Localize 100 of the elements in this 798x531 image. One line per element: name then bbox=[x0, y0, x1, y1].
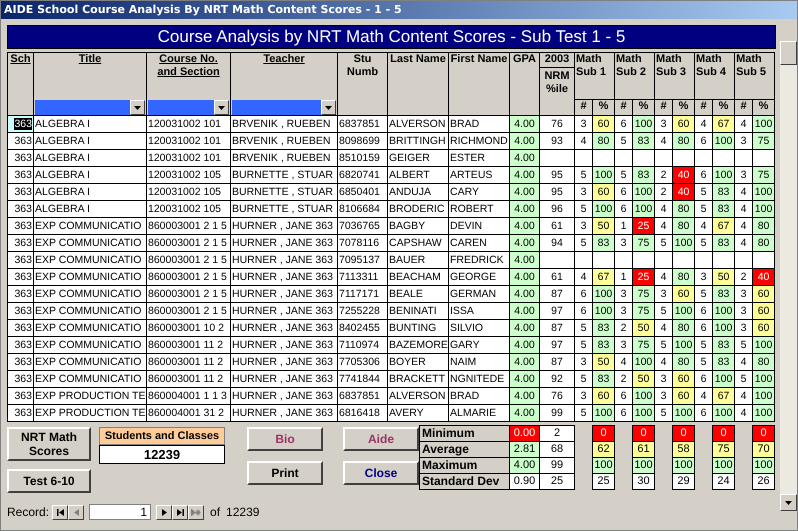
table-cell: 100 bbox=[632, 404, 655, 422]
stat-cell: 0 bbox=[632, 425, 655, 442]
filter-combo[interactable] bbox=[232, 100, 336, 115]
table-cell: 50 bbox=[712, 268, 735, 286]
action-button[interactable]: Close bbox=[343, 461, 419, 485]
stat-cell: 0 bbox=[672, 425, 695, 442]
table-cell: 363 bbox=[14, 373, 32, 385]
table-cell: FREDRICK bbox=[448, 252, 510, 268]
table-cell: 7078116 bbox=[338, 234, 388, 252]
table-cell: 4.00 bbox=[510, 200, 540, 218]
table-cell: 860003001 2 1 5 bbox=[146, 234, 230, 252]
table-cell: NAIM bbox=[448, 354, 510, 370]
table-cell: EXP COMMUNICATIO bbox=[34, 370, 146, 388]
table-cell: 860003001 11 2 bbox=[146, 370, 230, 388]
table-cell: 860003001 2 1 5 bbox=[146, 302, 230, 320]
table-cell: 120031002 101 bbox=[146, 116, 230, 132]
table-cell: 100 bbox=[632, 200, 655, 218]
action-button[interactable]: Bio bbox=[247, 427, 323, 451]
stat-cell: 58 bbox=[672, 441, 695, 458]
table-cell: 100 bbox=[672, 404, 695, 422]
table-cell: 80 bbox=[672, 354, 695, 370]
table-cell: 100 bbox=[592, 286, 615, 302]
first-record-button[interactable] bbox=[52, 504, 68, 520]
next-record-button[interactable] bbox=[156, 504, 172, 520]
filter-combo[interactable] bbox=[35, 100, 145, 115]
table-cell: CAPSHAW bbox=[388, 234, 448, 252]
column-header: Teacher bbox=[262, 53, 306, 66]
table-cell: 7705306 bbox=[338, 354, 388, 370]
table-cell: 60 bbox=[592, 116, 615, 132]
table-cell: HURNER , JANE 363 bbox=[230, 388, 338, 404]
table-cell: 363 bbox=[14, 186, 32, 198]
table-cell: ALMARIE bbox=[448, 404, 510, 422]
table-cell: 50 bbox=[632, 370, 655, 388]
stat-label: Minimum bbox=[419, 425, 510, 442]
table-cell: 7113311 bbox=[338, 268, 388, 286]
column-header: Sch bbox=[8, 52, 34, 116]
table-cell: HURNER , JANE 363 bbox=[230, 336, 338, 354]
table-cell: ESTER bbox=[448, 150, 510, 166]
table-cell: ALGEBRA I bbox=[34, 184, 146, 200]
action-button[interactable]: Test 6-10 bbox=[7, 469, 91, 493]
previous-record-button[interactable] bbox=[68, 504, 84, 520]
table-cell: HURNER , JANE 363 bbox=[230, 302, 338, 320]
stat-cell: 25 bbox=[592, 473, 615, 490]
table-cell: BURNETTE , STUAR bbox=[230, 200, 338, 218]
report-banner: Course Analysis by NRT Math Content Scores - Sub Test 1 - 5 bbox=[7, 25, 776, 49]
table-cell: 363 bbox=[14, 339, 32, 351]
stat-cell: 100 bbox=[752, 457, 775, 474]
table-cell: 100 bbox=[632, 388, 655, 404]
table-cell: 100 bbox=[672, 336, 695, 354]
record-number-field[interactable]: 1 bbox=[89, 504, 152, 520]
table-cell: 97 bbox=[540, 336, 574, 354]
field-label: Students and Classes bbox=[99, 427, 225, 445]
table-cell: EXP PRODUCTION TE bbox=[34, 388, 146, 404]
table-cell: 363 bbox=[14, 169, 32, 181]
stat-label: Standard Dev bbox=[419, 473, 510, 490]
table-cell: 83 bbox=[632, 166, 655, 184]
record-label: Record: bbox=[7, 505, 50, 519]
table-cell: 60 bbox=[672, 116, 695, 132]
table-cell: 50 bbox=[632, 320, 655, 336]
table-cell: BRACKETT bbox=[388, 370, 448, 388]
stat-cell: 70 bbox=[752, 441, 775, 458]
action-button[interactable]: NRT Math Scores bbox=[7, 427, 91, 461]
table-cell: 4.00 bbox=[510, 252, 540, 268]
stat-cell: 100 bbox=[712, 457, 735, 474]
table-cell: BRAD bbox=[448, 116, 510, 132]
scrollbar-track[interactable] bbox=[780, 41, 797, 511]
table-cell: 83 bbox=[712, 234, 735, 252]
table-cell: 100 bbox=[672, 302, 695, 320]
table-cell: ALVERSON bbox=[388, 388, 448, 404]
table-cell: HURNER , JANE 363 bbox=[230, 268, 338, 286]
action-button[interactable]: Aide bbox=[343, 427, 419, 451]
table-cell: GARY bbox=[448, 336, 510, 354]
new-record-button[interactable] bbox=[188, 504, 204, 520]
table-cell: EXP PRODUCTION TE bbox=[34, 404, 146, 422]
table-cell: BURNETTE , STUAR bbox=[230, 184, 338, 200]
dropdown-arrow-icon bbox=[134, 104, 141, 111]
last-record-button[interactable] bbox=[172, 504, 188, 520]
table-cell: 100 bbox=[752, 116, 775, 132]
column-header: Math Sub 5 bbox=[734, 52, 775, 100]
table-cell: 40 bbox=[672, 184, 695, 200]
table-cell: 80 bbox=[672, 200, 695, 218]
table-cell: 83 bbox=[712, 336, 735, 354]
stat-cell: 0 bbox=[752, 425, 775, 442]
filter-combo[interactable] bbox=[148, 100, 229, 115]
scroll-thumb[interactable] bbox=[780, 41, 797, 65]
table-cell: 363 bbox=[14, 305, 32, 317]
table-cell: 100 bbox=[712, 132, 735, 150]
stat-cell: 62 bbox=[592, 441, 615, 458]
table-cell: 860003001 11 2 bbox=[146, 354, 230, 370]
table-cell: BEALE bbox=[388, 286, 448, 302]
table-cell: 80 bbox=[752, 354, 775, 370]
table-cell: 80 bbox=[672, 218, 695, 234]
table-cell: 860003001 2 1 5 bbox=[146, 286, 230, 302]
table-cell: EXP COMMUNICATIO bbox=[34, 302, 146, 320]
table-cell: ALGEBRA I bbox=[34, 200, 146, 218]
table-cell: BRVENIK , RUEBEN bbox=[230, 116, 338, 132]
table-cell: 61 bbox=[540, 218, 574, 234]
table-cell: 4.00 bbox=[510, 370, 540, 388]
table-cell: 40 bbox=[672, 166, 695, 184]
action-button[interactable]: Print bbox=[247, 461, 323, 485]
